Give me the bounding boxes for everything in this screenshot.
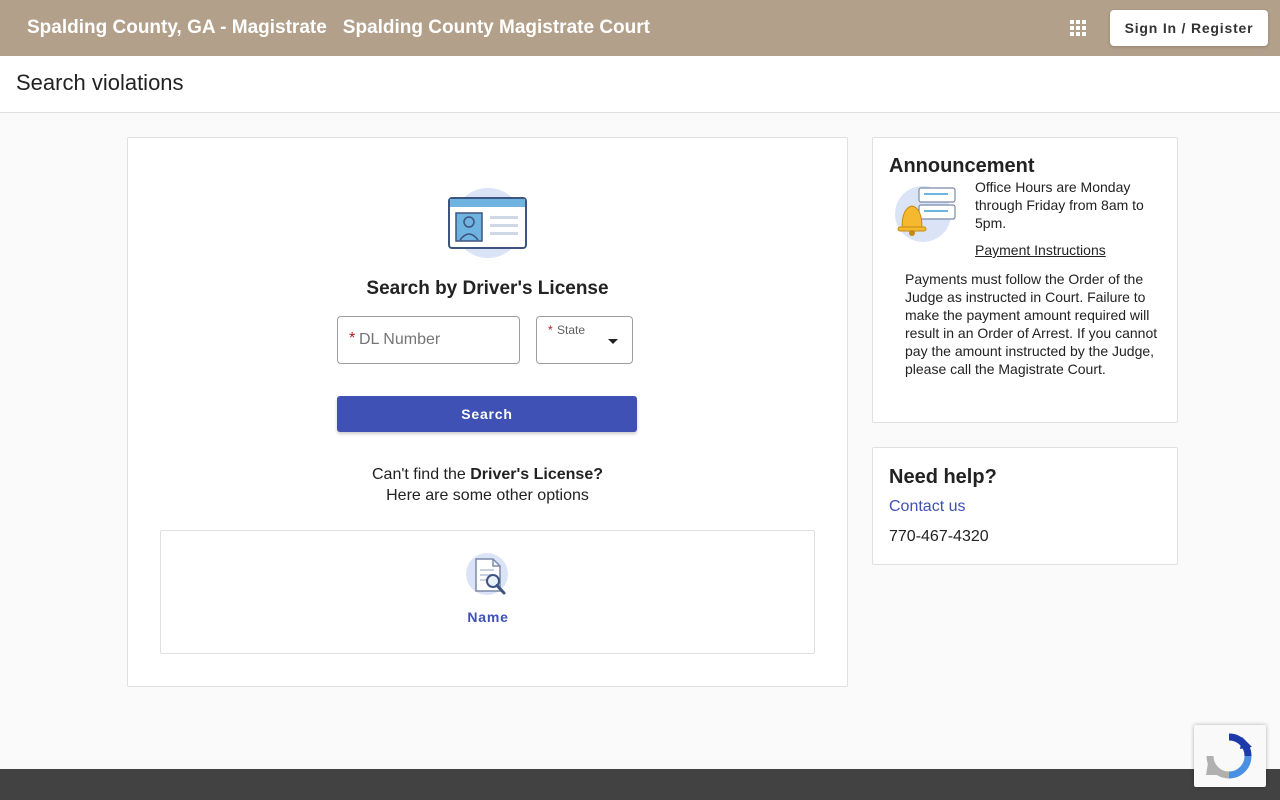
announcement-card: Announcement Office Hours are Monday thr…: [872, 137, 1178, 423]
court-name: Spalding County Magistrate Court: [342, 17, 650, 38]
required-marker: *: [548, 323, 553, 337]
page-title: Search violations: [16, 70, 184, 95]
other-options-text: Can't find the Driver's License? Here ar…: [128, 464, 847, 506]
sign-in-register-button[interactable]: Sign In / Register: [1110, 10, 1268, 46]
payment-instructions-link[interactable]: Payment Instructions: [975, 242, 1106, 258]
top-app-bar: Spalding County, GA - Magistrate Spaldin…: [0, 0, 1280, 56]
other-options-box: Name: [160, 530, 815, 654]
chevron-down-icon: [608, 339, 618, 344]
brand-title[interactable]: Spalding County, GA - Magistrate: [27, 17, 327, 39]
cantfind-emphasis: Driver's License?: [470, 466, 603, 483]
payment-instructions-text: Payments must follow the Order of the Ju…: [905, 271, 1158, 377]
recaptcha-badge[interactable]: [1194, 725, 1266, 787]
dl-number-input[interactable]: [359, 323, 509, 357]
search-button[interactable]: Search: [337, 396, 637, 432]
contact-us-link[interactable]: Contact us: [889, 498, 965, 516]
help-title: Need help?: [889, 466, 997, 488]
state-label: State: [557, 323, 586, 337]
apps-grid-icon[interactable]: [1066, 16, 1090, 40]
recaptcha-icon: [1206, 733, 1252, 779]
page-title-bar: Search violations: [0, 56, 1280, 113]
drivers-license-icon: [448, 188, 527, 258]
search-heading: Search by Driver's License: [366, 278, 609, 299]
search-card: Search by Driver's License * * State Sea…: [127, 137, 848, 687]
announcement-title: Announcement: [889, 155, 1035, 177]
bell-icon: [895, 186, 956, 242]
office-hours-text: Office Hours are Monday through Friday f…: [975, 179, 1144, 231]
other-options-subtitle: Here are some other options: [386, 487, 589, 504]
name-option-label: Name: [467, 609, 509, 625]
required-marker: *: [349, 330, 356, 347]
name-search-icon: [466, 553, 508, 595]
state-select[interactable]: * State: [536, 316, 633, 364]
phone-number: 770-467-4320: [889, 528, 989, 545]
footer: [0, 769, 1280, 800]
search-by-name-option[interactable]: Name: [448, 551, 528, 635]
help-card: Need help? Contact us 770-467-4320: [872, 447, 1178, 565]
dl-number-field[interactable]: *: [337, 316, 520, 364]
